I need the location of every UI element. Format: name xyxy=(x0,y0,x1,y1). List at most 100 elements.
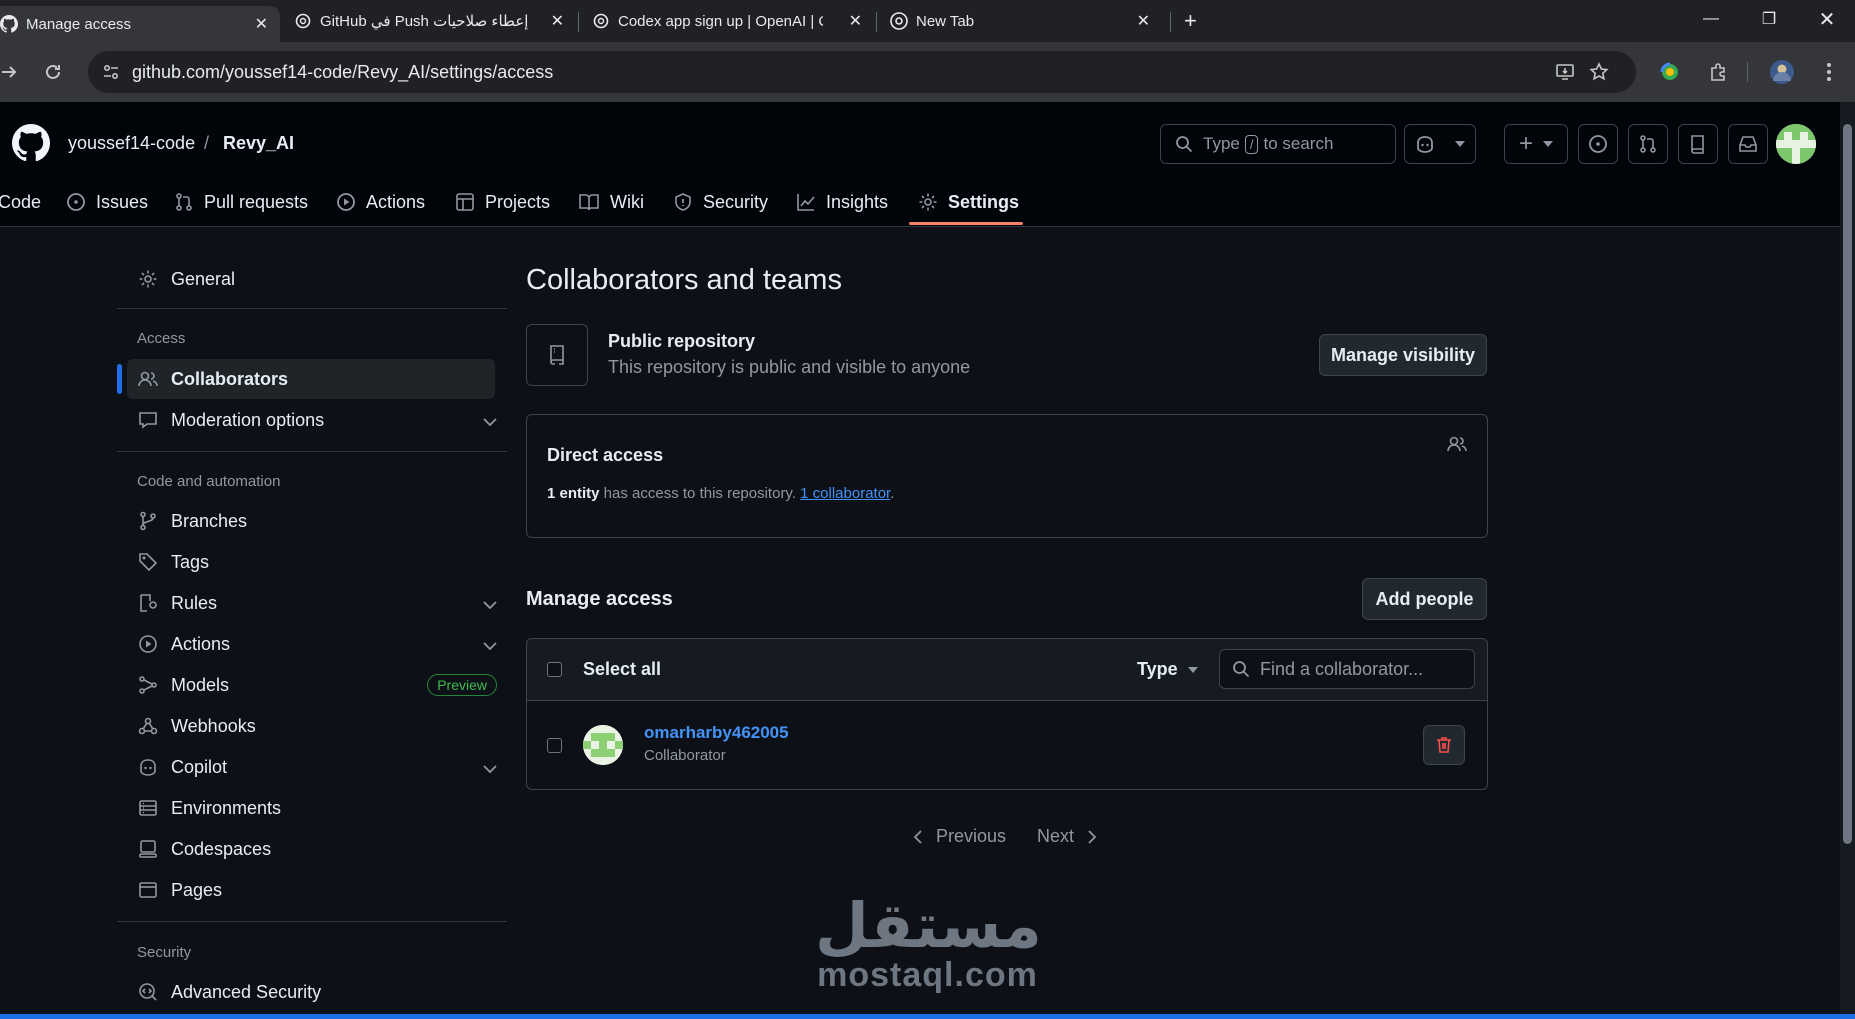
profile-avatar-icon[interactable] xyxy=(1767,57,1797,87)
sidebar-item-moderation[interactable]: Moderation options xyxy=(137,400,507,440)
tab-insights[interactable]: Insights xyxy=(796,178,888,226)
new-tab-plus-icon[interactable]: + xyxy=(1184,3,1204,39)
global-search-input[interactable]: Type / to search xyxy=(1160,124,1396,164)
tab-label: Code xyxy=(0,191,42,212)
collaborator-username-link[interactable]: omarharby462005 xyxy=(644,723,789,743)
pull-requests-button[interactable] xyxy=(1628,124,1668,164)
chevron-down-icon[interactable] xyxy=(483,593,497,614)
manage-visibility-button[interactable]: Manage visibility xyxy=(1319,334,1487,376)
visibility-title: Public repository xyxy=(608,331,756,351)
type-filter-dropdown[interactable]: Type xyxy=(1137,659,1198,680)
next-page-button[interactable]: Next xyxy=(1037,826,1097,847)
sidebar-item-tags[interactable]: Tags xyxy=(137,542,507,582)
tab-security[interactable]: Security xyxy=(673,178,768,226)
tab-separator xyxy=(578,12,579,32)
page-scrollbar[interactable] xyxy=(1840,102,1855,1019)
sidebar-item-label: Environments xyxy=(171,797,282,818)
address-bar[interactable]: github.com/youssef14-code/Revy_AI/settin… xyxy=(88,51,1636,93)
search-hint-pre: Type xyxy=(1203,134,1240,153)
repo-icon xyxy=(548,344,566,366)
sidebar-item-codespaces[interactable]: Codespaces xyxy=(137,829,507,869)
copilot-button[interactable] xyxy=(1404,124,1476,164)
breadcrumb-repo[interactable]: Revy_AI xyxy=(223,133,294,154)
tab-code[interactable]: Code xyxy=(0,178,41,226)
sidebar-item-pages[interactable]: Pages xyxy=(137,870,507,910)
scrollbar-thumb[interactable] xyxy=(1843,124,1852,844)
repo-icon-box xyxy=(526,324,588,386)
find-collaborator-input[interactable]: Find a collaborator... xyxy=(1219,649,1475,689)
sidebar-item-environments[interactable]: Environments xyxy=(137,788,507,828)
people-icon xyxy=(1447,435,1467,453)
sidebar-item-branches[interactable]: Branches xyxy=(137,501,507,541)
plus-icon: + xyxy=(1518,130,1533,157)
close-tab-icon[interactable]: ✕ xyxy=(551,11,564,31)
inbox-button[interactable] xyxy=(1728,124,1768,164)
browser-window-icon xyxy=(137,879,159,901)
inbox-icon xyxy=(1738,135,1758,153)
add-people-button[interactable]: Add people xyxy=(1362,578,1487,620)
browser-tab-github-push[interactable]: إعطاء صلاحيات Push في GitHub ✕ xyxy=(294,3,564,39)
browser-tab-codex[interactable]: Codex app sign up | OpenAI | C ✕ xyxy=(592,3,862,39)
browser-tab-manage-access[interactable]: Manage access ✕ xyxy=(0,6,280,42)
chevron-down-icon xyxy=(1543,141,1553,147)
row-checkbox[interactable] xyxy=(547,738,562,753)
collaborator-count-link[interactable]: 1 collaborator xyxy=(800,485,890,502)
github-logo-icon[interactable] xyxy=(12,124,51,162)
close-tab-icon[interactable]: ✕ xyxy=(849,11,862,31)
reload-icon[interactable] xyxy=(38,57,68,87)
close-window-icon[interactable]: ✕ xyxy=(1802,0,1852,38)
minimize-icon[interactable]: — xyxy=(1686,0,1736,38)
tab-wiki[interactable]: Wiki xyxy=(578,178,644,226)
pull-request-icon xyxy=(176,193,192,211)
models-icon xyxy=(137,674,159,696)
sidebar-item-models[interactable]: Models Preview xyxy=(137,665,507,705)
chevron-down-icon[interactable] xyxy=(1455,141,1465,147)
tab-pull-requests[interactable]: Pull requests xyxy=(174,178,308,226)
sidebar-item-copilot[interactable]: Copilot xyxy=(137,747,507,787)
breadcrumb-owner[interactable]: youssef14-code xyxy=(68,133,195,154)
remove-collaborator-button[interactable] xyxy=(1423,725,1465,765)
url-text[interactable]: github.com/youssef14-code/Revy_AI/settin… xyxy=(132,62,553,83)
forward-arrow-icon[interactable] xyxy=(0,57,24,87)
select-all-checkbox[interactable] xyxy=(547,662,562,677)
issues-button[interactable] xyxy=(1578,124,1618,164)
bookmark-star-icon[interactable] xyxy=(1584,57,1614,87)
sidebar-item-collaborators[interactable]: Collaborators xyxy=(127,359,495,399)
sidebar-item-rules[interactable]: Rules xyxy=(137,583,507,623)
repositories-button[interactable] xyxy=(1678,124,1718,164)
restore-icon[interactable]: ❐ xyxy=(1744,0,1794,38)
tab-issues[interactable]: Issues xyxy=(66,178,148,226)
collaborator-role: Collaborator xyxy=(644,747,726,764)
sidebar-item-webhooks[interactable]: Webhooks xyxy=(137,706,507,746)
sidebar-item-advanced-security[interactable]: Advanced Security xyxy=(137,972,507,1012)
site-settings-icon[interactable] xyxy=(96,57,126,87)
browser-tab-bar: Manage access ✕ إعطاء صلاحيات Push في Gi… xyxy=(0,0,1855,42)
sidebar-item-general[interactable]: General xyxy=(137,259,507,299)
browser-menu-icon[interactable] xyxy=(1814,57,1844,87)
sidebar-divider xyxy=(117,921,507,922)
close-tab-icon[interactable]: ✕ xyxy=(1137,11,1150,31)
tab-actions[interactable]: Actions xyxy=(336,178,425,226)
tab-projects[interactable]: Projects xyxy=(455,178,550,226)
pull-request-icon xyxy=(1638,134,1658,154)
collaborator-avatar[interactable] xyxy=(583,725,623,765)
tab-settings[interactable]: Settings xyxy=(918,178,1019,226)
browser-tab-new-tab[interactable]: New Tab ✕ xyxy=(890,3,1160,39)
gear-icon xyxy=(919,193,937,211)
find-collaborator-placeholder: Find a collaborator... xyxy=(1260,658,1424,679)
extensions-puzzle-icon[interactable] xyxy=(1703,57,1733,87)
manage-access-title: Manage access xyxy=(526,588,673,610)
previous-page-button[interactable]: Previous xyxy=(914,826,1006,847)
user-avatar[interactable] xyxy=(1776,124,1816,164)
table-icon xyxy=(456,193,474,211)
chevron-down-icon[interactable] xyxy=(483,757,497,778)
sidebar-item-label: Rules xyxy=(171,592,218,613)
close-tab-icon[interactable]: ✕ xyxy=(255,14,268,34)
search-shortcut-key: / xyxy=(1244,134,1259,154)
chevron-down-icon[interactable] xyxy=(483,634,497,655)
create-new-button[interactable]: + xyxy=(1504,124,1568,164)
install-app-icon[interactable] xyxy=(1550,57,1580,87)
extension-colorful-icon[interactable] xyxy=(1655,57,1685,87)
sidebar-item-actions[interactable]: Actions xyxy=(137,624,507,664)
chevron-down-icon[interactable] xyxy=(483,410,497,431)
